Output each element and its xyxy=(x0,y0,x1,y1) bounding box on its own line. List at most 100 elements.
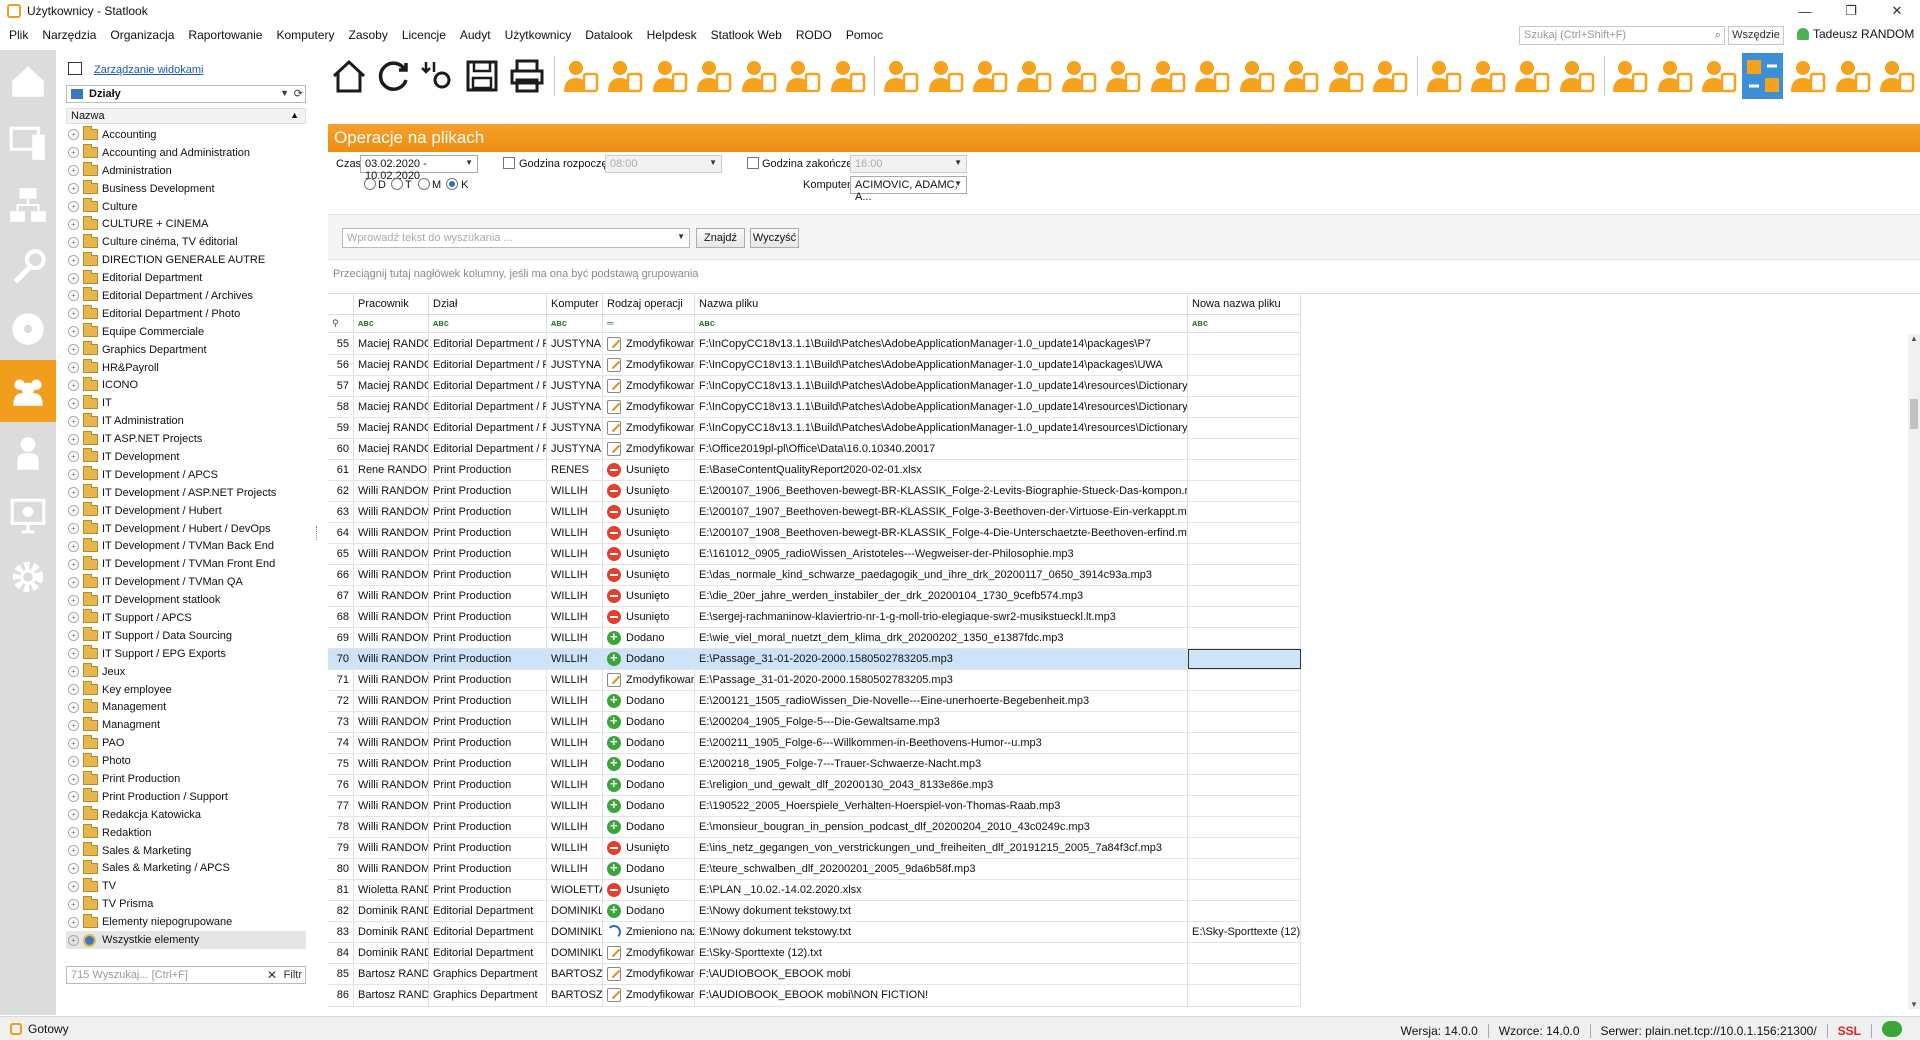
expand-icon[interactable]: + xyxy=(68,701,79,713)
cell-operation-type[interactable]: Usunięto xyxy=(603,565,695,586)
user-list-button[interactable] xyxy=(604,53,645,99)
cell-computer[interactable]: WILLIH xyxy=(547,712,603,733)
expand-icon[interactable]: + xyxy=(68,344,79,356)
tree-item[interactable]: + IT Development / Hubert xyxy=(66,502,306,520)
menu-statlook-web[interactable]: Statlook Web xyxy=(704,28,789,42)
table-row[interactable]: 63 Willi RANDOM Print Production WILLIH Usun… xyxy=(328,502,1301,524)
expand-icon[interactable]: + xyxy=(68,201,79,212)
cell-computer[interactable]: WILLIH xyxy=(547,859,603,880)
tree-item[interactable]: + Print Production xyxy=(66,770,306,788)
cell-row-number[interactable]: 79 xyxy=(328,838,354,859)
tree-item[interactable]: + Administration xyxy=(66,162,306,180)
cell-operation-type[interactable]: Zmieniono nazwę xyxy=(603,922,695,943)
cell-computer[interactable]: RENES xyxy=(547,460,603,481)
cell-file-name[interactable]: F:\InCopyCC18v13.1.1\Build\Patches\Adobe… xyxy=(695,418,1188,439)
rail-tools[interactable] xyxy=(0,236,56,298)
cell-file-name[interactable]: E:\Nowy dokument tekstowy.txt xyxy=(695,901,1188,922)
cell-file-name[interactable]: E:\200121_1505_radioWissen_Die-Novelle--… xyxy=(695,691,1188,712)
cell-department[interactable]: Print Production xyxy=(429,649,547,670)
tree-item[interactable]: + Photo xyxy=(66,752,306,770)
cell-department[interactable]: Print Production xyxy=(429,607,547,628)
expand-icon[interactable]: + xyxy=(68,791,79,803)
cell-file-name[interactable]: E:\teure_schwalben_dlf_20200201_2005_9da… xyxy=(695,859,1188,880)
cell-operation-type[interactable]: Usunięto xyxy=(603,502,695,523)
cell-department[interactable]: Editorial Department xyxy=(429,922,547,943)
tree-item[interactable]: + PAO xyxy=(66,734,306,752)
refresh-icon[interactable]: ⟳ xyxy=(294,87,303,100)
table-row[interactable]: 78Willi RANDOMPrint ProductionWILLIH Doda… xyxy=(328,817,1301,839)
cell-row-number[interactable]: 70 xyxy=(328,649,354,670)
time-range-select[interactable]: 03.02.2020 - 10.02.2020 ▼ xyxy=(360,155,478,182)
cell-row-number[interactable]: 61 xyxy=(328,460,354,481)
cell-new-file-name[interactable] xyxy=(1188,649,1301,670)
cell-operation-type[interactable]: Dodano xyxy=(603,712,695,733)
cell-operation-type[interactable]: Usunięto xyxy=(603,838,695,859)
expand-icon[interactable]: + xyxy=(68,880,79,892)
www-download-button[interactable] xyxy=(1511,53,1552,99)
tree-item[interactable]: + IT Development statlook xyxy=(66,591,306,609)
cell-employee[interactable]: Dominik RANDOM xyxy=(354,901,429,922)
cell-file-name[interactable]: E:\200218_1905_Folge-7---Trauer-Schwaerz… xyxy=(695,754,1188,775)
expand-icon[interactable]: + xyxy=(68,666,79,678)
save-button[interactable] xyxy=(461,53,502,99)
tree-item[interactable]: + Culture cinéma, TV éditorial xyxy=(66,233,306,251)
cell-employee[interactable]: Wioletta RANDOM xyxy=(354,880,429,901)
cell-department[interactable]: Print Production xyxy=(429,670,547,691)
cell-computer[interactable]: JUSTYNAP-1 xyxy=(547,355,603,376)
cell-operation-type[interactable]: Zmodyfikowano xyxy=(603,418,695,439)
cell-new-file-name[interactable] xyxy=(1188,355,1301,376)
expand-icon[interactable]: + xyxy=(68,827,79,839)
tree-item[interactable]: + Business Development xyxy=(66,180,306,198)
cell-operation-type[interactable]: Usunięto xyxy=(603,523,695,544)
table-row[interactable]: 58Maciej RANDOMEditorial Department / Ph… xyxy=(328,397,1301,419)
table-row[interactable]: 86Bartosz RANDOMGraphics DepartmentBARTO… xyxy=(328,985,1301,1007)
cell-operation-type[interactable]: Usunięto xyxy=(603,481,695,502)
cell-new-file-name[interactable] xyxy=(1188,733,1301,754)
tree-item[interactable]: + IT Development xyxy=(66,448,306,466)
cell-employee[interactable]: Bartosz RANDOM xyxy=(354,964,429,985)
cell-department[interactable]: Print Production xyxy=(429,712,547,733)
scroll-down-icon[interactable]: ▼ xyxy=(1910,1000,1918,1009)
print-button[interactable] xyxy=(506,53,547,99)
expand-icon[interactable]: + xyxy=(68,809,79,821)
cell-operation-type[interactable]: Zmodyfikowano xyxy=(603,439,695,460)
user-silhouette-button[interactable] xyxy=(1279,53,1320,99)
cell-employee[interactable]: Rene RANDOM xyxy=(354,460,429,481)
cell-computer[interactable]: WILLIH xyxy=(547,796,603,817)
cell-computer[interactable]: WILLIH xyxy=(547,733,603,754)
radio-week[interactable] xyxy=(391,178,403,190)
cell-computer[interactable]: WIOLETTAS xyxy=(547,880,603,901)
cell-employee[interactable]: Maciej RANDOM xyxy=(354,334,429,355)
rail-home[interactable] xyxy=(0,50,56,112)
home-button[interactable] xyxy=(328,53,369,99)
expand-icon[interactable]: + xyxy=(68,594,79,606)
cell-row-number[interactable]: 68 xyxy=(328,607,354,628)
tree-item[interactable]: + IT Development / TVMan Back End xyxy=(66,537,306,555)
cell-operation-type[interactable]: Zmodyfikowano xyxy=(603,355,695,376)
rail-settings[interactable] xyxy=(0,546,56,608)
cell-computer[interactable]: JUSTYNAP-1 xyxy=(547,334,603,355)
table-row[interactable]: 82Dominik RANDOMEditorial DepartmentDOMI… xyxy=(328,901,1301,923)
number-one-button[interactable] xyxy=(1146,53,1187,99)
expand-icon[interactable]: + xyxy=(68,218,79,230)
restore-icon[interactable]: ❐ xyxy=(1828,0,1874,22)
cell-employee[interactable]: Dominik RANDOM xyxy=(354,922,429,943)
cell-employee[interactable]: Maciej RANDOM xyxy=(354,418,429,439)
cell-operation-type[interactable]: Usunięto xyxy=(603,607,695,628)
column-header-operation-type[interactable]: Rodzaj operacji xyxy=(603,294,695,314)
cell-employee[interactable]: Willi RANDOM xyxy=(354,712,429,733)
cell-new-file-name[interactable] xyxy=(1188,397,1301,418)
cell-new-file-name[interactable] xyxy=(1188,628,1301,649)
group-selector[interactable]: Działy ▼ ⟳ xyxy=(66,85,306,103)
cell-file-name[interactable]: E:\monsieur_bougran_in_pension_podcast_d… xyxy=(695,817,1188,838)
table-row[interactable]: 61 Rene RANDOM Print Production RENES Usunię… xyxy=(328,460,1301,482)
cell-computer[interactable]: DOMINIKL xyxy=(547,922,603,943)
table-row[interactable]: 60Maciej RANDOMEditorial Department / Ph… xyxy=(328,439,1301,461)
cell-new-file-name[interactable] xyxy=(1188,334,1301,355)
tree-item[interactable]: + IT Administration xyxy=(66,412,306,430)
cell-row-number[interactable]: 63 xyxy=(328,502,354,523)
expand-icon[interactable]: + xyxy=(68,469,79,481)
layers-button[interactable] xyxy=(924,53,965,99)
menu-licencje[interactable]: Licencje xyxy=(395,28,453,42)
expand-icon[interactable]: + xyxy=(68,308,79,320)
